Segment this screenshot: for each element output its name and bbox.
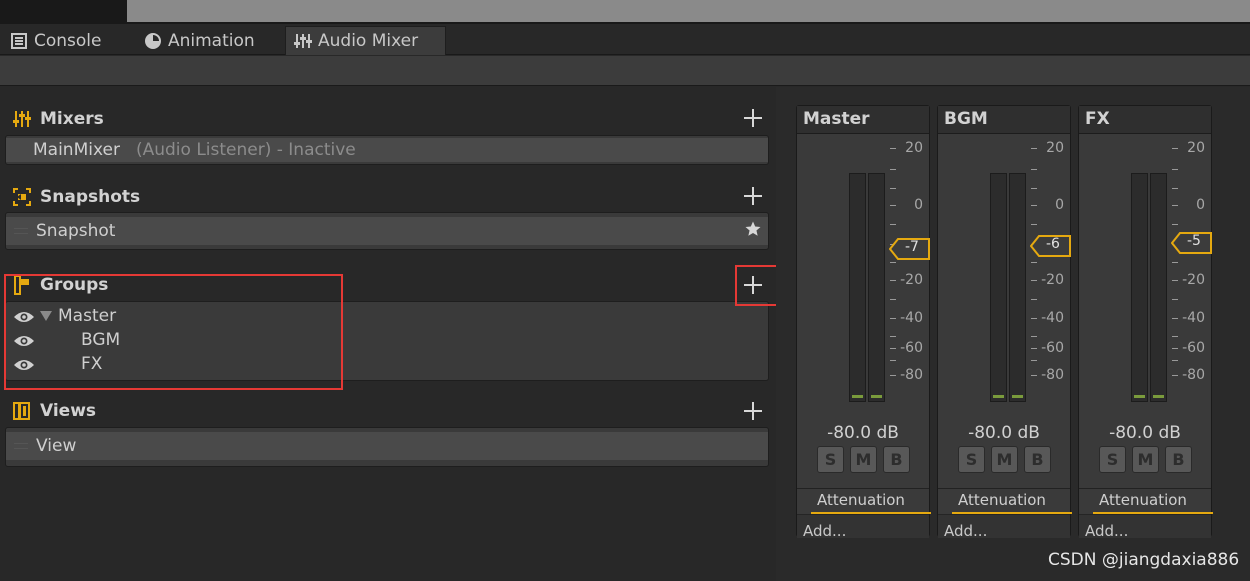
groups-highlight-box xyxy=(4,274,343,390)
snapshots-list: Snapshot xyxy=(5,212,769,250)
add-effect-button[interactable]: Add... xyxy=(944,522,987,540)
scale-label: -80 xyxy=(1182,367,1205,383)
strip-title: BGM xyxy=(938,106,1070,134)
mute-button[interactable]: M xyxy=(991,446,1018,473)
volume-fader-handle[interactable]: -5 xyxy=(1170,232,1212,254)
scale-label: 0 xyxy=(1196,197,1205,213)
snapshot-item-label: Snapshot xyxy=(36,221,116,241)
strip-title: Master xyxy=(797,106,929,134)
mixer-item-status: (Audio Listener) - Inactive xyxy=(135,140,356,160)
mixers-header: Mixers xyxy=(12,107,104,131)
attenuation-effect[interactable]: Attenuation xyxy=(952,488,1072,514)
tab-audio-mixer[interactable]: Audio Mixer xyxy=(285,26,446,55)
mixer-item[interactable]: MainMixer (Audio Listener) - Inactive xyxy=(6,138,768,162)
tab-animation-label: Animation xyxy=(168,30,255,51)
tab-audio-mixer-label: Audio Mixer xyxy=(318,31,419,51)
mixers-title: Mixers xyxy=(40,109,104,129)
level-meter-right xyxy=(868,173,885,402)
views-header: Views xyxy=(12,399,96,423)
window-top-strip-right xyxy=(127,0,1250,22)
scale-label: -40 xyxy=(1041,310,1064,326)
audio-mixer-icon xyxy=(294,32,312,50)
scale-label: -40 xyxy=(900,310,923,326)
mixers-icon xyxy=(12,109,32,129)
animation-clock-icon xyxy=(144,32,162,50)
level-meter-left xyxy=(1131,173,1148,402)
volume-fader-handle[interactable]: -6 xyxy=(1029,235,1071,257)
scale-label: -60 xyxy=(1182,340,1205,356)
drag-handle-icon[interactable] xyxy=(14,228,28,234)
level-readout: -80.0 dB xyxy=(968,423,1040,443)
mixers-list: MainMixer (Audio Listener) - Inactive xyxy=(5,135,769,165)
mixer-strip-fx: FX 20 0 -20 -40 -60 -80 -5 -80.0 dB S M … xyxy=(1078,105,1213,540)
strip-body: 20 0 -20 -40 -60 -80 -6 -80.0 dB S M B A… xyxy=(938,134,1072,540)
solo-button[interactable]: S xyxy=(1099,446,1126,473)
add-snapshot-button[interactable] xyxy=(742,185,764,207)
tab-console[interactable]: Console xyxy=(10,26,120,55)
level-meter-left xyxy=(990,173,1007,402)
level-readout: -80.0 dB xyxy=(1109,423,1181,443)
scale-label: -80 xyxy=(1041,367,1064,383)
view-item[interactable]: View xyxy=(6,432,768,460)
level-meter-left xyxy=(849,173,866,402)
scale-label: 0 xyxy=(1055,197,1064,213)
tab-bar: Console Animation Audio Mixer xyxy=(0,24,1250,55)
snapshots-header: Snapshots xyxy=(12,185,140,209)
bypass-button[interactable]: B xyxy=(1165,446,1192,473)
scale-label: -60 xyxy=(1041,340,1064,356)
window-top-strip xyxy=(0,0,1250,24)
add-mixer-button[interactable] xyxy=(742,107,764,129)
console-icon xyxy=(10,32,28,50)
scale-label: 20 xyxy=(1187,140,1205,156)
mixer-strip-master: Master 20 0 -20 -40 -60 -80 -7 -80.0 dB … xyxy=(796,105,931,540)
add-effect-button[interactable]: Add... xyxy=(803,522,846,540)
views-title: Views xyxy=(40,401,97,421)
scale-label: -40 xyxy=(1182,310,1205,326)
scale-label: -80 xyxy=(900,367,923,383)
fader-value: -7 xyxy=(905,239,919,255)
add-effect-button[interactable]: Add... xyxy=(1085,522,1128,540)
views-list: View xyxy=(5,427,769,467)
mixer-strip-bgm: BGM 20 0 -20 -40 -60 -80 -6 -80.0 dB S M… xyxy=(937,105,1072,540)
watermark: CSDN @jiangdaxia886 xyxy=(1048,550,1240,570)
solo-button[interactable]: S xyxy=(817,446,844,473)
drag-handle-icon[interactable] xyxy=(14,443,28,449)
attenuation-effect[interactable]: Attenuation xyxy=(1093,488,1213,514)
scale-label: -20 xyxy=(1182,272,1205,288)
scale-label: 20 xyxy=(1046,140,1064,156)
strip-body: 20 0 -20 -40 -60 -80 -7 -80.0 dB S M B A… xyxy=(797,134,931,540)
scale-label: -20 xyxy=(900,272,923,288)
level-readout: -80.0 dB xyxy=(827,423,899,443)
scale-label: -60 xyxy=(900,340,923,356)
snapshots-title: Snapshots xyxy=(40,187,141,207)
tab-console-label: Console xyxy=(34,30,102,51)
strip-body: 20 0 -20 -40 -60 -80 -5 -80.0 dB S M B A… xyxy=(1079,134,1213,540)
scale-label: -20 xyxy=(1041,272,1064,288)
fader-value: -5 xyxy=(1187,233,1201,249)
snapshot-item[interactable]: Snapshot xyxy=(6,217,768,245)
bypass-button[interactable]: B xyxy=(883,446,910,473)
snapshot-icon xyxy=(12,187,32,207)
scale-label: 20 xyxy=(905,140,923,156)
mute-button[interactable]: M xyxy=(850,446,877,473)
mixer-item-name: MainMixer xyxy=(33,140,120,160)
mute-button[interactable]: M xyxy=(1132,446,1159,473)
view-item-label: View xyxy=(36,436,77,456)
attenuation-effect[interactable]: Attenuation xyxy=(811,488,931,514)
bypass-button[interactable]: B xyxy=(1024,446,1051,473)
tab-animation[interactable]: Animation xyxy=(144,26,274,55)
strip-title: FX xyxy=(1079,106,1211,134)
mixer-toolbar xyxy=(0,56,1250,86)
volume-fader-handle[interactable]: -7 xyxy=(888,238,930,260)
add-view-button[interactable] xyxy=(742,400,764,422)
level-meter-right xyxy=(1150,173,1167,402)
fader-value: -6 xyxy=(1046,236,1060,252)
add-group-highlight-box xyxy=(735,265,782,306)
level-meter-right xyxy=(1009,173,1026,402)
solo-button[interactable]: S xyxy=(958,446,985,473)
star-icon[interactable] xyxy=(744,220,762,243)
scale-label: 0 xyxy=(914,197,923,213)
views-icon xyxy=(12,401,32,421)
